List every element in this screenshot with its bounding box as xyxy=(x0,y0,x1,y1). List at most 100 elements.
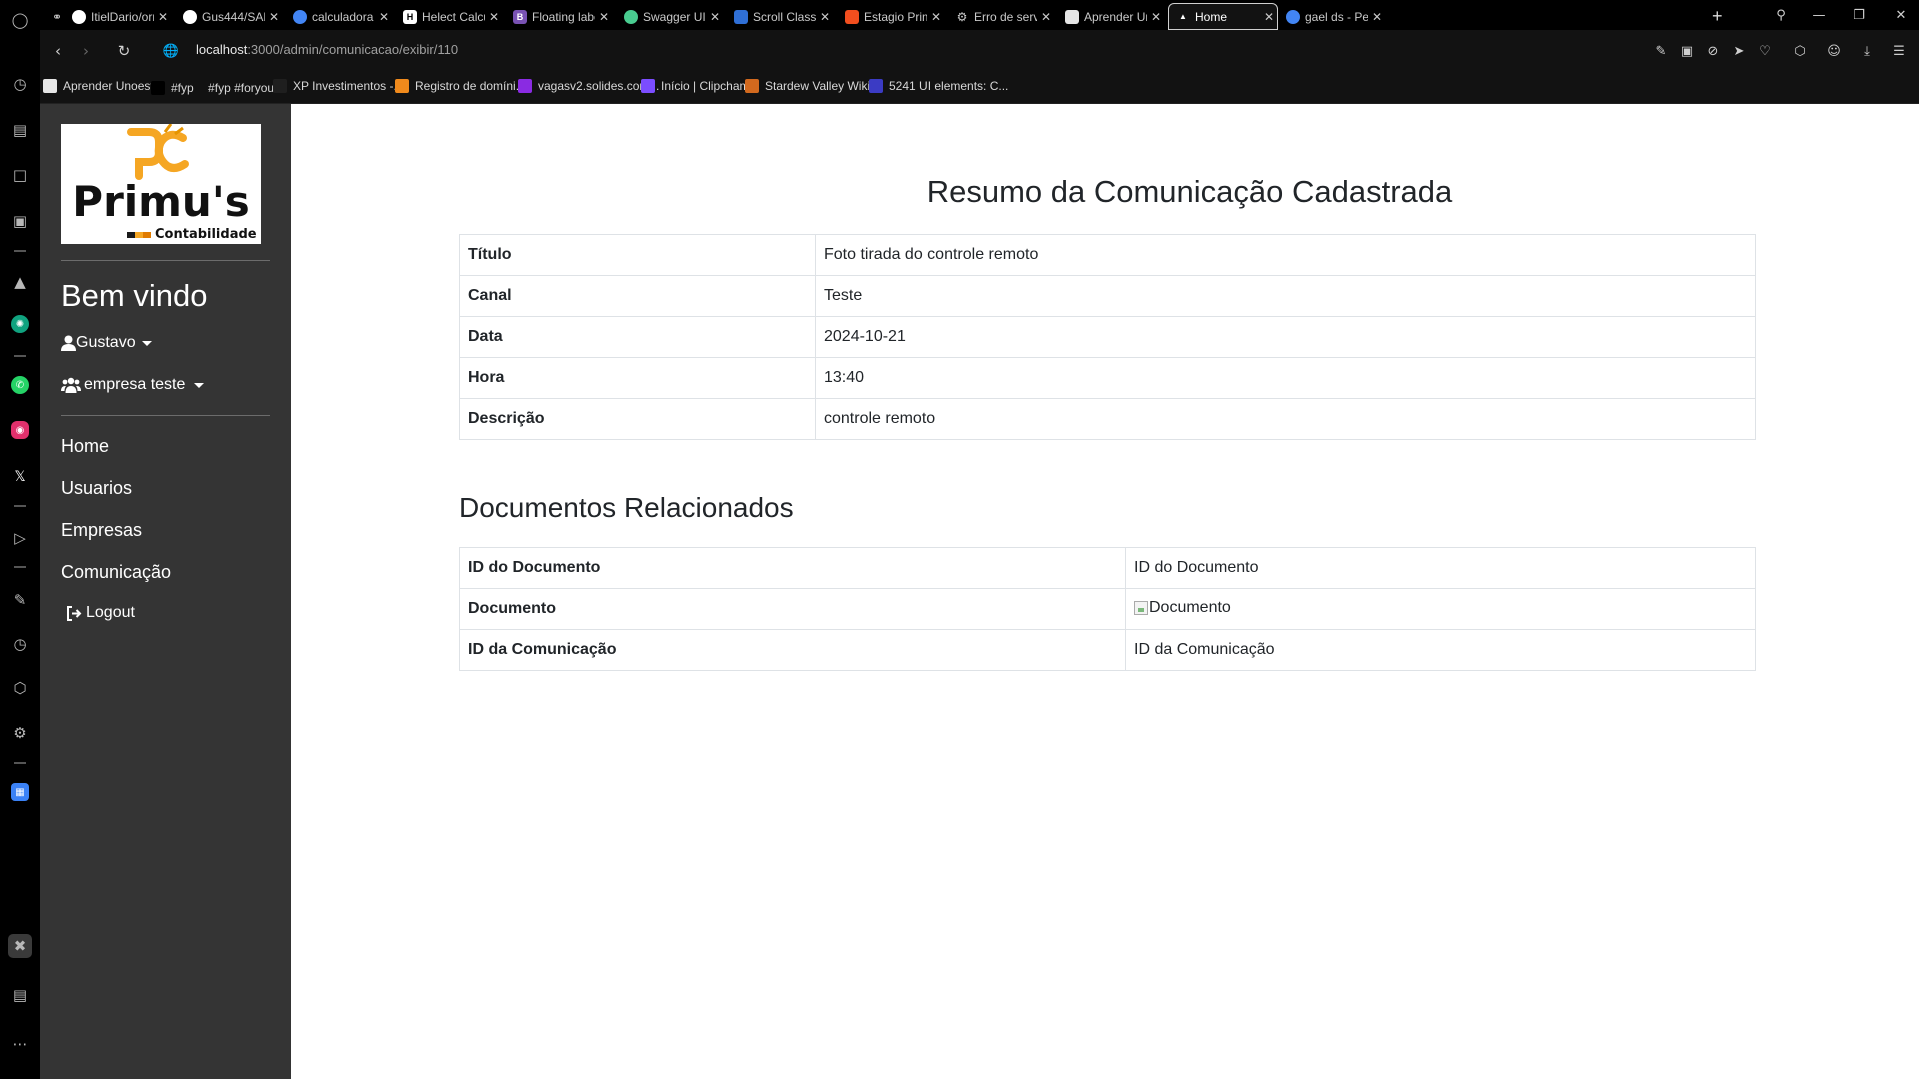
close-tab-icon[interactable]: ✕ xyxy=(154,10,172,24)
nav-usuarios[interactable]: Usuarios xyxy=(61,478,132,499)
snapshot-icon[interactable]: ▣ xyxy=(1677,40,1697,62)
bookmark-item[interactable]: #fypㅤ #fyp #foryou... xyxy=(151,79,284,96)
close-tab-icon[interactable]: ✕ xyxy=(1147,10,1165,24)
logo-wordmark: Primu's xyxy=(72,177,250,226)
twitch-icon[interactable]: □ xyxy=(8,163,32,187)
history-icon[interactable]: ◷ xyxy=(8,632,32,656)
company-logo: Primu's Contabilidade xyxy=(61,123,261,244)
opera-menu-icon[interactable]: ◯ xyxy=(8,8,32,32)
company-dropdown[interactable]: empresa teste xyxy=(61,376,205,394)
new-tab-button[interactable]: + xyxy=(1704,3,1734,30)
speed-dial-icon[interactable]: ◷ xyxy=(8,72,32,96)
close-tab-icon[interactable]: ✕ xyxy=(1260,10,1278,24)
heart-icon[interactable]: ♡ xyxy=(1755,40,1775,62)
block-ads-icon[interactable]: ⊘ xyxy=(1703,40,1723,62)
restore-button[interactable]: ❐ xyxy=(1844,4,1874,26)
forward-icon[interactable]: › xyxy=(75,40,97,62)
user-name: Gustavo xyxy=(76,334,136,351)
player-icon[interactable]: ▷ xyxy=(8,526,32,550)
nav-comunicacao[interactable]: Comunicação xyxy=(61,562,171,583)
cube-extensions-icon[interactable]: ⬡ xyxy=(1790,40,1810,62)
more-options-icon[interactable]: ⋯ xyxy=(8,1032,32,1056)
close-tab-icon[interactable]: ✕ xyxy=(1368,10,1386,24)
bookmark-label: XP Investimentos -... xyxy=(293,79,404,93)
nav-home[interactable]: Home xyxy=(61,436,109,457)
tab-10[interactable]: Aprender Unoe✕ xyxy=(1057,3,1165,30)
bookmark-item[interactable]: Stardew Valley Wiki... xyxy=(745,79,880,93)
table-row: Título Foto tirada do controle remoto xyxy=(459,234,1756,276)
settings-gear-icon[interactable]: ⚙ xyxy=(8,721,32,745)
close-tab-icon[interactable]: ✕ xyxy=(1037,10,1055,24)
logout-icon xyxy=(67,605,82,621)
url-path: :3000/admin/comunicacao/exibir/110 xyxy=(247,42,459,57)
download-icon[interactable]: ⤓ xyxy=(1857,40,1877,62)
row-value: Teste xyxy=(815,275,1756,317)
close-tab-icon[interactable]: ✕ xyxy=(375,10,393,24)
tab-2[interactable]: Gus444/SAEC: S✕ xyxy=(175,3,283,30)
tab-4[interactable]: H Helect Calculad✕ xyxy=(395,3,503,30)
row-key: ID do Documento xyxy=(459,547,1126,589)
tab-6[interactable]: Swagger UI ✕ xyxy=(616,3,724,30)
site-info-icon[interactable]: 🌐 xyxy=(160,40,182,62)
logout-link[interactable]: Logout xyxy=(66,604,135,622)
bookmark-item[interactable]: Registro de domíni... xyxy=(395,79,526,93)
back-icon[interactable]: ‹ xyxy=(47,40,69,62)
rail-separator xyxy=(14,566,26,568)
bookmark-favicon-icon xyxy=(518,79,532,93)
close-window-button[interactable]: ✕ xyxy=(1886,4,1916,26)
row-value: controle remoto xyxy=(815,398,1756,440)
easy-setup-icon[interactable]: ☰ xyxy=(1889,40,1909,62)
profile-icon[interactable]: ☺ xyxy=(1824,40,1844,62)
close-tab-icon[interactable]: ✕ xyxy=(595,10,613,24)
whatsapp-icon[interactable]: ✆ xyxy=(11,376,29,394)
bookmark-item[interactable]: 5241 UI elements: C... xyxy=(869,79,1008,93)
bookmark-item[interactable]: XP Investimentos -... xyxy=(273,79,404,93)
close-tab-icon[interactable]: ✕ xyxy=(265,10,283,24)
chatgpt-icon[interactable]: ✺ xyxy=(11,315,29,333)
close-tab-icon[interactable]: ✕ xyxy=(927,10,945,24)
document-image-cell: Documento xyxy=(1125,588,1756,630)
address-bar: ‹ › ↻ 🌐 localhost:3000/admin/comunicacao… xyxy=(40,30,1919,70)
nav-empresas[interactable]: Empresas xyxy=(61,520,142,541)
tab-islands-icon-glyph: ⚭ xyxy=(52,9,63,24)
extensions-icon[interactable]: ⬡ xyxy=(8,676,32,700)
translator-icon[interactable]: ▦ xyxy=(11,783,29,801)
tab-3[interactable]: calculadora cie✕ xyxy=(285,3,393,30)
pinboard-icon[interactable]: ✎ xyxy=(8,588,32,612)
tab-9[interactable]: ⚙ Erro de servido✕ xyxy=(947,3,1055,30)
gallery-icon[interactable]: ▤ xyxy=(8,983,32,1007)
tab-7[interactable]: Scroll Classic S✕ xyxy=(726,3,834,30)
x-twitter-icon[interactable]: 𝕏 xyxy=(8,465,32,489)
swagger-favicon-icon xyxy=(624,9,638,24)
tab-12[interactable]: gael ds - Pesqu✕ xyxy=(1278,3,1386,30)
tab-8[interactable]: Estagio Primus✕ xyxy=(837,3,945,30)
minimize-button[interactable]: — xyxy=(1804,4,1834,26)
aria-icon[interactable]: ▲ xyxy=(8,270,32,294)
close-tab-icon[interactable]: ✕ xyxy=(485,10,503,24)
bookmark-item[interactable]: Aprender Unoeste xyxy=(43,79,160,93)
row-key: Documento xyxy=(459,588,1126,630)
reload-icon[interactable]: ↻ xyxy=(113,40,135,62)
tab-5[interactable]: B Floating labels✕ xyxy=(505,3,613,30)
row-key: ID da Comunicação xyxy=(459,629,1126,671)
user-dropdown[interactable]: Gustavo xyxy=(61,334,152,352)
bookmark-item[interactable]: Início | Clipchamp xyxy=(641,79,756,93)
send-icon[interactable]: ➤ xyxy=(1729,40,1749,62)
url-field[interactable]: localhost:3000/admin/comunicacao/exibir/… xyxy=(196,42,458,57)
instagram-icon[interactable]: ◉ xyxy=(11,421,29,439)
workspaces-icon[interactable]: ▣ xyxy=(8,209,32,233)
tab-11[interactable]: ▲ Home ✕ xyxy=(1168,3,1278,30)
tab-1[interactable]: ItielDario/orma✕ xyxy=(64,3,172,30)
tab-title: Home xyxy=(1195,9,1228,24)
documents-heading: Documentos Relacionados xyxy=(459,492,794,523)
search-tabs-icon[interactable]: ⚲ xyxy=(1766,4,1796,26)
bookmark-item[interactable]: vagasv2.solides.com... xyxy=(518,79,659,93)
store-icon[interactable]: ▤ xyxy=(8,118,32,142)
close-tab-icon[interactable]: ✕ xyxy=(816,10,834,24)
table-row: Hora 13:40 xyxy=(459,357,1756,399)
customize-sidebar-icon[interactable]: ✖ xyxy=(8,934,32,958)
sidebar-divider xyxy=(61,415,270,416)
broken-image[interactable]: Documento xyxy=(1134,599,1231,617)
close-tab-icon[interactable]: ✕ xyxy=(706,10,724,24)
edit-icon[interactable]: ✎ xyxy=(1651,40,1671,62)
